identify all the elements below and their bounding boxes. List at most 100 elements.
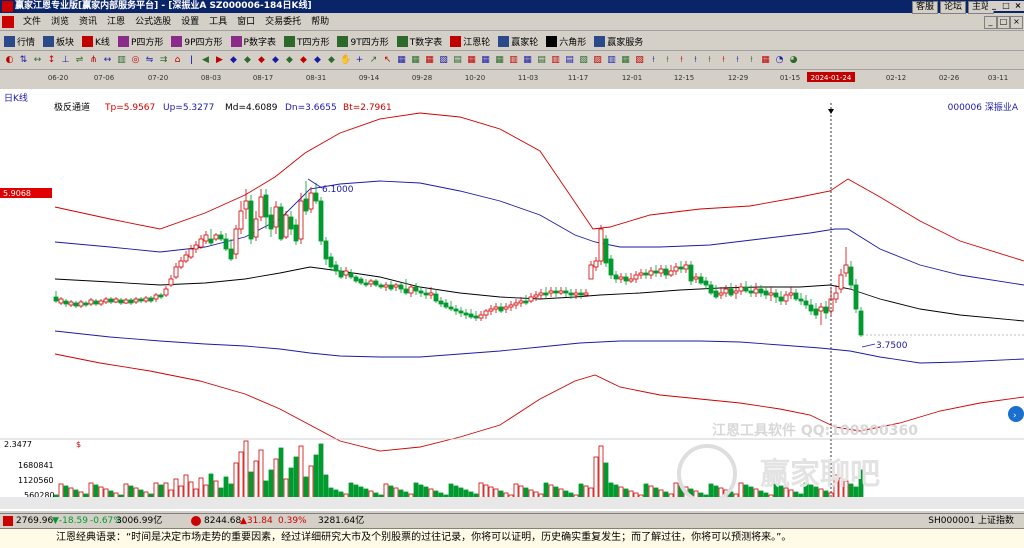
drawing-tool-47-icon[interactable]: ⟊ (662, 55, 673, 66)
drawing-tool-29-icon[interactable]: ▦ (410, 55, 421, 66)
drawing-tool-52-icon[interactable]: ⟊ (732, 55, 743, 66)
drawing-tool-35-icon[interactable]: ▦ (494, 55, 505, 66)
drawing-tool-37-icon[interactable]: ▦ (522, 55, 533, 66)
volume-bar (318, 443, 324, 500)
drawing-tool-36-icon[interactable]: ▥ (508, 55, 519, 66)
drawing-tool-19-icon[interactable]: ◆ (270, 55, 281, 66)
toolbar-item-6[interactable]: T四方形 (280, 33, 334, 49)
drawing-tool-11-icon[interactable]: ⇉ (158, 55, 169, 66)
doc-minimize-button[interactable]: _ (984, 16, 997, 29)
doc-close-button[interactable]: × (1010, 16, 1023, 29)
drawing-tool-5-icon[interactable]: ⇌ (74, 55, 85, 66)
drawing-tool-15-icon[interactable]: ▶ (214, 55, 225, 66)
drawing-tool-3-icon[interactable]: ↕ (46, 55, 57, 66)
menu-tools[interactable]: 工具 (204, 15, 232, 29)
drawing-tool-14-icon[interactable]: ◀ (200, 55, 211, 66)
drawing-tool-25-icon[interactable]: + (354, 55, 365, 66)
toolbar-item-10[interactable]: 赢家轮 (494, 33, 542, 49)
drawing-tool-48-icon[interactable]: ⟊ (676, 55, 687, 66)
toolbar-item-7[interactable]: 9T四方形 (333, 33, 392, 49)
toolbar-item-9[interactable]: 江恩轮 (446, 33, 494, 49)
drawing-tool-43-icon[interactable]: ▥ (606, 55, 617, 66)
menu-news[interactable]: 资讯 (74, 15, 102, 29)
drawing-tool-18-icon[interactable]: ◆ (256, 55, 267, 66)
drawing-tool-7-icon[interactable]: ↔ (102, 55, 113, 66)
drawing-tool-8-icon[interactable]: ▥ (116, 55, 127, 66)
drawing-tool-16-icon[interactable]: ◆ (228, 55, 239, 66)
toolbar-item-11[interactable]: 六角形 (542, 33, 590, 49)
drawing-tool-32-icon[interactable]: ▤ (452, 55, 463, 66)
candle (553, 287, 559, 297)
drawing-tool-54-icon[interactable]: ▦ (760, 55, 771, 66)
drawing-tool-41-icon[interactable]: ▧ (578, 55, 589, 66)
drawing-tool-30-icon[interactable]: ▦ (424, 55, 435, 66)
drawing-tool-10-icon[interactable]: ⇋ (144, 55, 155, 66)
toolbar-item-2[interactable]: K线 (78, 33, 114, 49)
volume-bar (223, 476, 229, 500)
drawing-tool-23-icon[interactable]: ◆ (326, 55, 337, 66)
drawing-tool-40-icon[interactable]: ▤ (564, 55, 575, 66)
candle (183, 251, 189, 263)
candle (508, 301, 514, 311)
menu-gann[interactable]: 江恩 (102, 15, 130, 29)
toolbar-item-1[interactable]: 板块 (39, 33, 78, 49)
toolbar-item-8[interactable]: T数字表 (393, 33, 447, 49)
drawing-tool-28-icon[interactable]: ▦ (396, 55, 407, 66)
drawing-tool-50-icon[interactable]: ⟊ (704, 55, 715, 66)
chart-scrollbar[interactable] (0, 497, 1024, 509)
minimize-button[interactable]: _ (988, 1, 1000, 11)
toolbar-item-12[interactable]: 赢家服务 (590, 33, 647, 49)
drawing-tool-34-icon[interactable]: ▦ (480, 55, 491, 66)
menu-help[interactable]: 帮助 (306, 15, 334, 29)
maximize-button[interactable]: □ (1000, 1, 1012, 11)
customer-service-link[interactable]: 客服 (911, 1, 938, 14)
chart-area[interactable]: 日K线 极反通道 Tp=5.9567 Up=5.3277 Md=4.6089 D… (0, 89, 1024, 511)
drawing-tool-17-icon[interactable]: ◆ (242, 55, 253, 66)
drawing-tool-1-icon[interactable]: ⇅ (18, 55, 29, 66)
drawing-tool-33-icon[interactable]: ▦ (466, 55, 477, 66)
drawing-tool-21-icon[interactable]: ◆ (298, 55, 309, 66)
drawing-tool-31-icon[interactable]: ▧ (438, 55, 449, 66)
drawing-tool-44-icon[interactable]: ▦ (620, 55, 631, 66)
candle (128, 298, 134, 305)
drawing-tool-20-icon[interactable]: ◆ (284, 55, 295, 66)
menu-browse[interactable]: 浏览 (46, 15, 74, 29)
drawing-tool-56-icon[interactable]: ◕ (788, 55, 799, 66)
menu-window[interactable]: 窗口 (232, 15, 260, 29)
toolbar-item-4[interactable]: 9P四方形 (167, 33, 226, 49)
drawing-tool-55-icon[interactable]: ◔ (774, 55, 785, 66)
drawing-tool-39-icon[interactable]: ▥ (550, 55, 561, 66)
candle (853, 279, 859, 313)
drawing-tool-9-icon[interactable]: ◎ (130, 55, 141, 66)
drawing-tool-13-icon[interactable]: ǀ (186, 55, 197, 66)
drawing-tool-22-icon[interactable]: ◆ (312, 55, 323, 66)
drawing-tool-4-icon[interactable]: ⊥ (60, 55, 71, 66)
toolbar-item-0[interactable]: 行情 (0, 33, 39, 49)
volume-bar (198, 477, 204, 500)
drawing-tool-6-icon[interactable]: ⋔ (88, 55, 99, 66)
menu-formula[interactable]: 公式选股 (130, 15, 176, 29)
drawing-tool-51-icon[interactable]: ⟊ (718, 55, 729, 66)
kline-chart[interactable]: 日K线 极反通道 Tp=5.9567 Up=5.3277 Md=4.6089 D… (0, 89, 1024, 511)
candle (593, 257, 599, 271)
menu-trade[interactable]: 交易委托 (260, 15, 306, 29)
menu-settings[interactable]: 设置 (176, 15, 204, 29)
doc-restore-button[interactable]: □ (997, 16, 1010, 29)
drawing-tool-38-icon[interactable]: ▤ (536, 55, 547, 66)
drawing-tool-12-icon[interactable]: ⌂ (172, 55, 183, 66)
drawing-tool-24-icon[interactable]: ✋ (340, 55, 351, 66)
drawing-tool-2-icon[interactable]: ↔ (32, 55, 43, 66)
drawing-tool-49-icon[interactable]: ⟊ (690, 55, 701, 66)
menu-file[interactable]: 文件 (18, 15, 46, 29)
toolbar-item-5[interactable]: P数字表 (227, 33, 280, 49)
drawing-tool-26-icon[interactable]: ↗ (368, 55, 379, 66)
drawing-tool-0-icon[interactable]: ◐ (4, 55, 15, 66)
forum-link[interactable]: 论坛 (939, 1, 966, 14)
drawing-tool-53-icon[interactable]: ⟊ (746, 55, 757, 66)
drawing-tool-42-icon[interactable]: ▨ (592, 55, 603, 66)
drawing-tool-45-icon[interactable]: ▧ (634, 55, 645, 66)
close-button[interactable]: × (1012, 1, 1024, 11)
drawing-tool-27-icon[interactable]: ↖ (382, 55, 393, 66)
toolbar-item-3[interactable]: P四方形 (114, 33, 167, 49)
drawing-tool-46-icon[interactable]: ⟊ (648, 55, 659, 66)
